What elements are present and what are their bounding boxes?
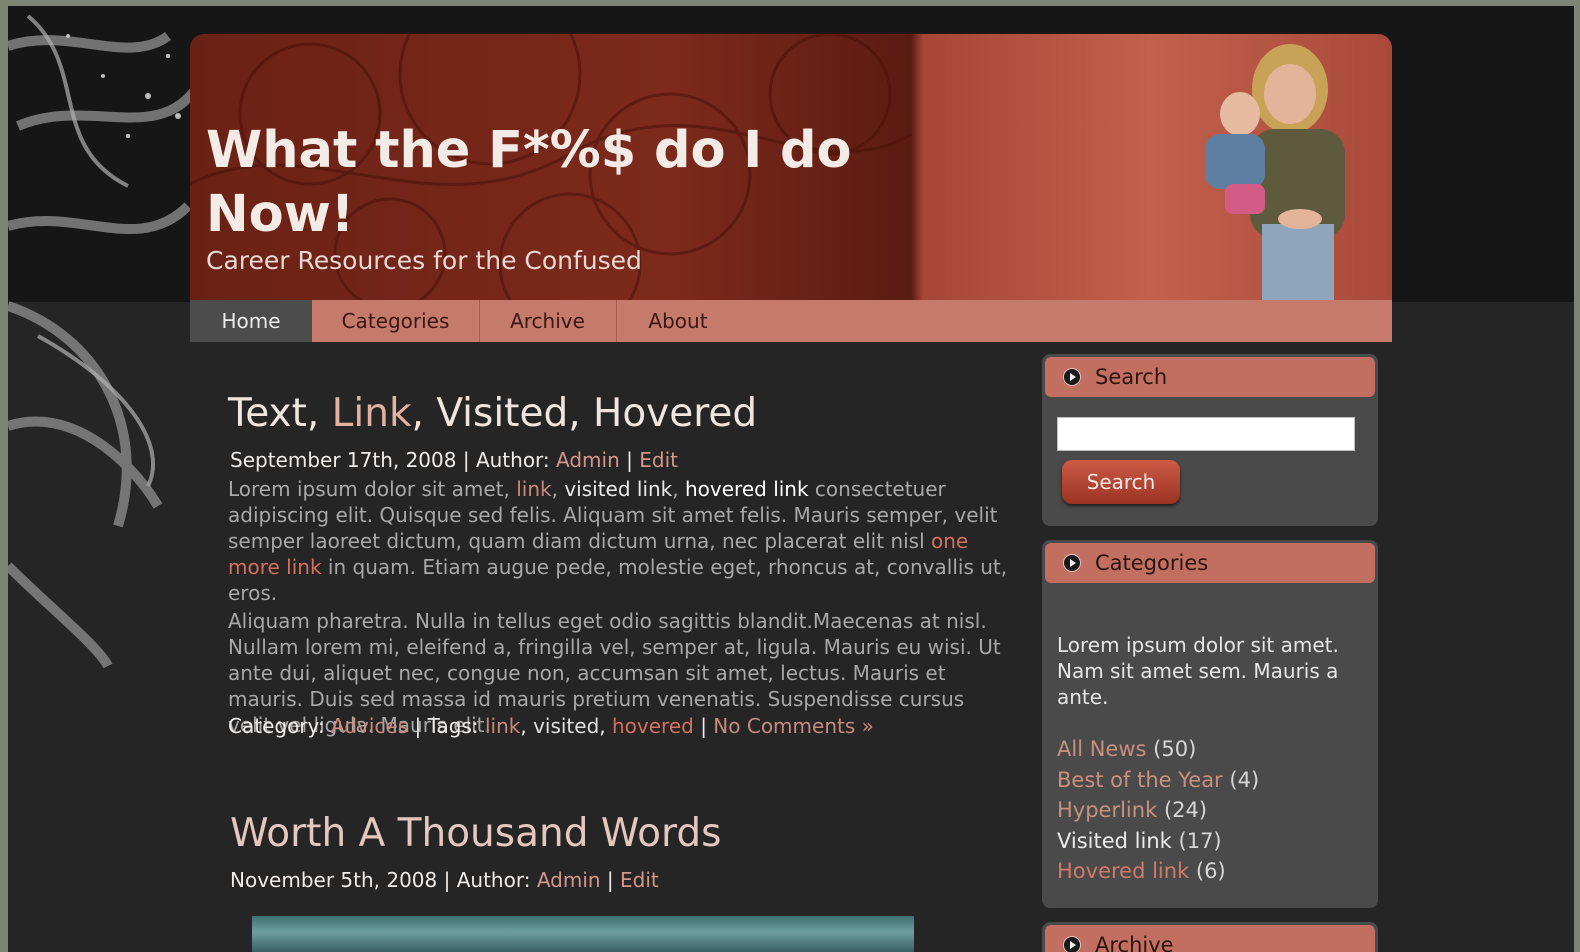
site-title[interactable]: What the F*%$ do I do Now!: [206, 119, 886, 247]
post-footer: Category: Advices | Tags: link, visited,…: [228, 714, 874, 738]
search-widget: Search Search: [1042, 354, 1378, 526]
post-date: September 17th, 2008: [230, 448, 457, 472]
nav-categories[interactable]: Categories: [312, 300, 480, 342]
post-title[interactable]: Text, Link, Visited, Hovered: [228, 391, 757, 436]
play-bullet-icon: [1063, 936, 1081, 952]
category-link[interactable]: Hovered link: [1057, 859, 1189, 883]
list-item: Visited link (17): [1057, 826, 1259, 857]
post-image: [252, 916, 914, 952]
category-link[interactable]: Best of the Year: [1057, 768, 1223, 792]
post-title-part: Text,: [228, 391, 332, 436]
visited-link[interactable]: visited link: [564, 477, 672, 501]
category-link[interactable]: Visited link: [1057, 829, 1172, 853]
text-run: ,: [672, 477, 685, 501]
list-item: Hovered link (6): [1057, 856, 1259, 887]
list-item: Best of the Year (4): [1057, 765, 1259, 796]
search-button[interactable]: Search: [1062, 460, 1180, 504]
text-run: in quam. Etiam augue pede, molestie eget…: [228, 555, 1008, 605]
tag-link[interactable]: visited: [533, 714, 599, 738]
tag-link[interactable]: hovered: [612, 714, 694, 738]
text-run: ,: [551, 477, 565, 501]
category-count: (24): [1163, 798, 1208, 822]
category-link[interactable]: Advices: [331, 714, 408, 738]
site-header: What the F*%$ do I do Now! Career Resour…: [190, 34, 1392, 302]
tag-link[interactable]: link: [485, 714, 520, 738]
post-title-part: , Visited, Hovered: [411, 391, 758, 436]
inline-link[interactable]: link: [516, 477, 551, 501]
category-label: Category:: [228, 714, 325, 738]
archive-widget: Archive: [1042, 922, 1378, 952]
swirl-decoration: [8, 14, 203, 669]
category-link[interactable]: All News: [1057, 737, 1146, 761]
widget-header: Archive: [1045, 925, 1375, 952]
nav-about[interactable]: About: [616, 300, 740, 342]
widget-header: Categories: [1045, 543, 1375, 583]
author-link[interactable]: Admin: [537, 868, 601, 892]
list-item: Hyperlink (24): [1057, 795, 1259, 826]
hovered-link[interactable]: hovered link: [685, 477, 809, 501]
post-meta: September 17th, 2008 | Author: Admin | E…: [230, 448, 678, 472]
main-nav: Home Categories Archive About: [190, 300, 1392, 342]
edit-link[interactable]: Edit: [620, 868, 659, 892]
mother-child-photo: [1205, 44, 1345, 302]
page-frame: What the F*%$ do I do Now! Career Resour…: [8, 6, 1574, 952]
category-link[interactable]: Hyperlink: [1057, 798, 1157, 822]
text-run: Lorem ipsum dolor sit amet,: [228, 477, 517, 501]
author-label: Author:: [456, 868, 531, 892]
nav-archive[interactable]: Archive: [479, 300, 617, 342]
author-link[interactable]: Admin: [556, 448, 620, 472]
edit-link[interactable]: Edit: [639, 448, 678, 472]
play-bullet-icon: [1063, 554, 1081, 572]
widget-title: Search: [1095, 365, 1168, 389]
post-title-part-link[interactable]: Link: [332, 391, 412, 436]
list-item: All News (50): [1057, 734, 1259, 765]
category-count: (4): [1229, 767, 1260, 792]
site-subtitle: Career Resources for the Confused: [206, 246, 642, 275]
nav-home[interactable]: Home: [190, 300, 312, 342]
author-label: Author:: [475, 448, 550, 472]
category-count: (50): [1153, 737, 1197, 761]
search-input[interactable]: [1057, 417, 1355, 451]
widget-title: Archive: [1095, 933, 1174, 952]
widget-header: Search: [1045, 357, 1375, 397]
post-meta-2: November 5th, 2008 | Author: Admin | Edi…: [230, 868, 659, 892]
comments-link[interactable]: No Comments »: [713, 714, 874, 738]
play-bullet-icon: [1063, 368, 1081, 386]
category-count: (6): [1195, 859, 1226, 883]
widget-title: Categories: [1095, 551, 1209, 575]
categories-widget: Categories Lorem ipsum dolor sit amet. N…: [1042, 540, 1378, 908]
category-count: (17): [1178, 828, 1222, 853]
categories-description: Lorem ipsum dolor sit amet. Nam sit amet…: [1057, 633, 1339, 709]
post-paragraph: Lorem ipsum dolor sit amet, link, visite…: [228, 476, 1008, 606]
post-date: November 5th, 2008: [230, 868, 438, 892]
tags-label: Tags:: [427, 714, 479, 738]
categories-list: All News (50) Best of the Year (4) Hyper…: [1057, 734, 1259, 887]
post-title-2[interactable]: Worth A Thousand Words: [230, 811, 721, 856]
